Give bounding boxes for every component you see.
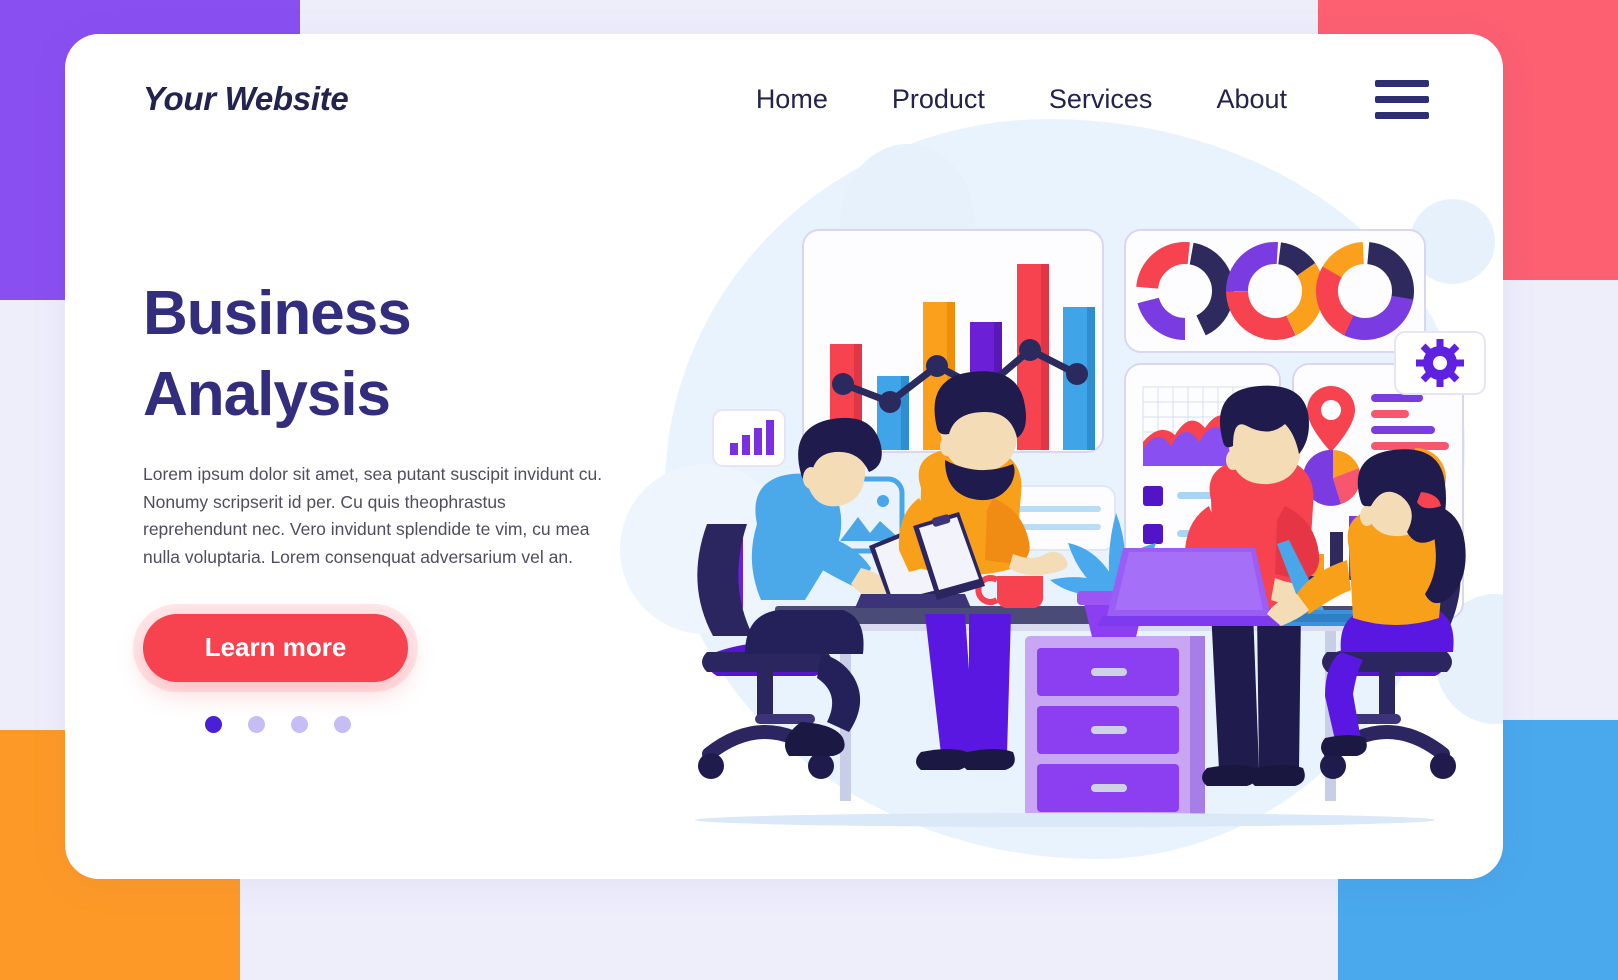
dashboard-card-donuts xyxy=(1124,229,1426,353)
carousel-dots xyxy=(205,715,643,733)
site-header: Your Website Home Product Services About xyxy=(65,34,1503,164)
legs-left xyxy=(745,610,864,654)
hero-description: Lorem ipsum dolor sit amet, sea putant s… xyxy=(143,464,603,568)
nav-item-about[interactable]: About xyxy=(1184,84,1319,115)
carousel-dot-3[interactable] xyxy=(291,715,308,733)
pants-red-man xyxy=(1211,610,1259,770)
floor-shadow xyxy=(695,813,1435,827)
gear-icon xyxy=(1416,339,1464,387)
hero-section: Business Analysis Lorem ipsum dolor sit … xyxy=(143,274,643,733)
hamburger-icon[interactable] xyxy=(1375,79,1429,119)
bar-chart-badge-icon xyxy=(712,409,786,467)
brand-logo[interactable]: Your Website xyxy=(143,80,349,118)
page-title: Business Analysis xyxy=(143,274,643,435)
gear-icon-badge xyxy=(1394,331,1486,395)
landing-page-card: Your Website Home Product Services About… xyxy=(65,34,1503,879)
hamburger-bar-3 xyxy=(1375,111,1429,119)
purple-laptop xyxy=(1097,548,1283,626)
business-analysis-illustration xyxy=(625,54,1503,854)
hamburger-bar-2 xyxy=(1375,95,1429,103)
carousel-dot-4[interactable] xyxy=(334,715,351,733)
carousel-dot-1[interactable] xyxy=(205,715,222,733)
pants-orange-man xyxy=(925,614,975,754)
hamburger-bar-1 xyxy=(1375,79,1429,87)
hero-title-line-1: Business xyxy=(143,279,412,348)
nav-item-services[interactable]: Services xyxy=(1017,84,1185,115)
carousel-dot-2[interactable] xyxy=(248,715,265,733)
nav-item-home[interactable]: Home xyxy=(724,84,860,115)
hero-title-line-2: Analysis xyxy=(143,359,391,429)
drawer-cabinet xyxy=(1025,636,1205,816)
main-navigation: Home Product Services About xyxy=(724,79,1441,119)
nav-item-product[interactable]: Product xyxy=(860,84,1017,115)
learn-more-button[interactable]: Learn more xyxy=(143,613,408,682)
